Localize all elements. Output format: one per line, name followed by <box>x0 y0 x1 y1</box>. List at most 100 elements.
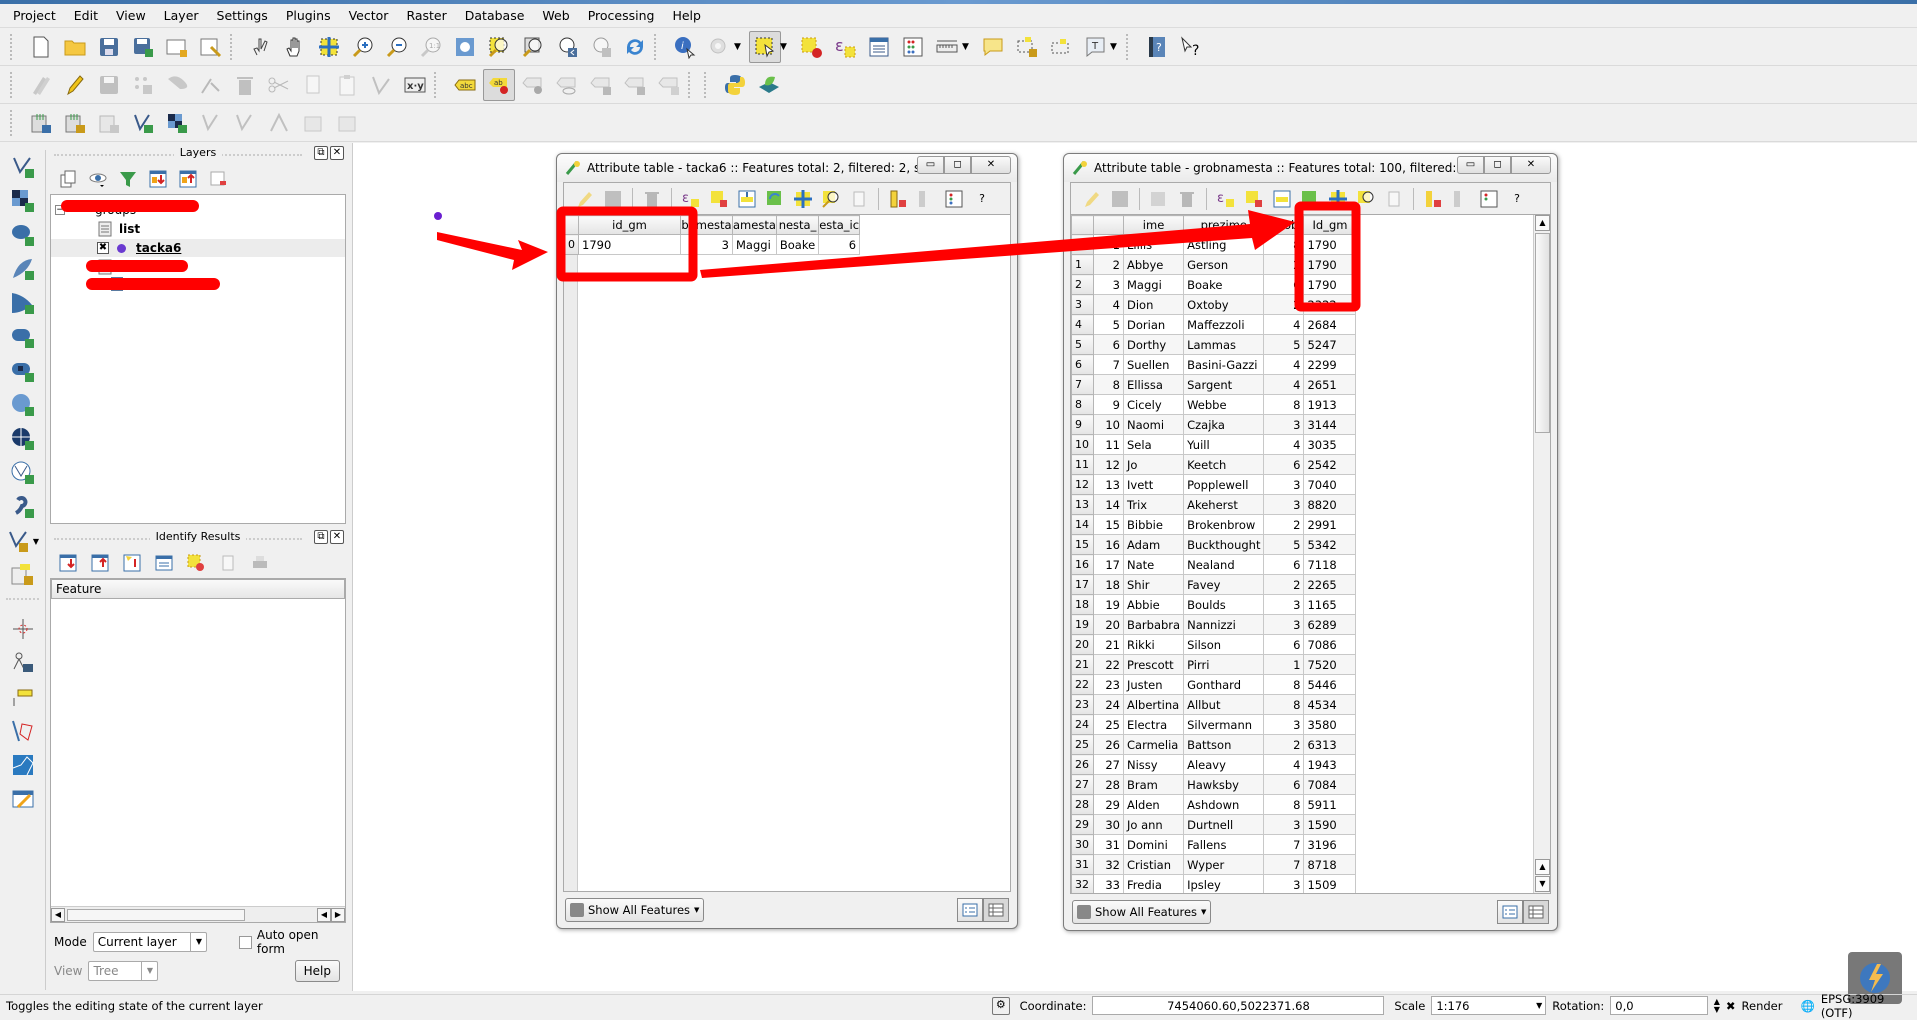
help-contents-button[interactable]: ? <box>1141 31 1173 63</box>
table-cell[interactable]: Prescott <box>1122 654 1185 675</box>
table-cell[interactable]: 2299 <box>1303 354 1357 375</box>
column-header[interactable] <box>1093 215 1124 235</box>
table-cell[interactable]: 25 <box>1093 714 1124 735</box>
row-header[interactable]: 31 <box>1071 854 1094 875</box>
table-row[interactable]: 8 9 Cicely Webbe 8 1913 <box>1071 394 1357 415</box>
table-cell[interactable]: Oxtoby <box>1183 294 1265 315</box>
deselect-all-button[interactable] <box>795 31 827 63</box>
table-cell[interactable]: 26 <box>1093 734 1124 755</box>
table-cell[interactable]: 3 <box>680 234 733 255</box>
table-cell[interactable]: 4 <box>1093 294 1124 315</box>
toolbar-grip[interactable] <box>10 71 16 98</box>
table-cell[interactable]: Basini-Gazzi <box>1183 354 1265 375</box>
row-header[interactable]: 13 <box>1071 494 1094 515</box>
table-cell[interactable]: Jo <box>1122 454 1185 475</box>
table-cell[interactable]: 2684 <box>1303 314 1357 335</box>
table-cell[interactable]: Wyper <box>1183 854 1265 875</box>
table-cell[interactable]: 1 <box>1093 234 1124 255</box>
toolbar-grip[interactable] <box>434 71 440 98</box>
coordinate-toggle-button[interactable]: ⚙ <box>992 996 1010 1015</box>
row-header[interactable]: 22 <box>1071 674 1094 695</box>
column-header[interactable]: Id_gm <box>1303 215 1357 235</box>
delete-selected-button[interactable] <box>641 188 663 210</box>
close-button[interactable]: ✕ <box>1511 156 1551 174</box>
table-cell[interactable]: 3035 <box>1303 434 1357 455</box>
row-header[interactable]: 19 <box>1071 614 1094 635</box>
toolbar-grip[interactable] <box>654 33 660 60</box>
row-header[interactable]: 0 <box>564 234 579 255</box>
table-cell[interactable]: 21 <box>1093 634 1124 655</box>
table-row[interactable]: 0 1 Lillis Astling 8 1790 <box>1071 234 1357 255</box>
row-header[interactable]: 30 <box>1071 834 1094 855</box>
toolbar-grip[interactable] <box>688 71 694 98</box>
row-header[interactable]: 27 <box>1071 774 1094 795</box>
table-cell[interactable]: 6313 <box>1303 734 1357 755</box>
pan-button[interactable] <box>279 31 311 63</box>
collapse-tree-icon[interactable] <box>90 553 110 573</box>
table-cell[interactable]: 6 <box>1263 454 1305 475</box>
table-row[interactable]: 4 5 Dorian Maffezzoli 4 2684 <box>1071 314 1357 335</box>
rotation-spinbox[interactable]: 0,0 <box>1610 996 1708 1015</box>
rotation-stepper[interactable]: ▲ ▼ <box>1714 997 1720 1014</box>
table-cell[interactable]: 2 <box>1263 254 1305 275</box>
table-cell[interactable]: 1509 <box>1303 874 1357 893</box>
row-header[interactable]: 18 <box>1071 594 1094 615</box>
table-row[interactable]: 25 26 Carmelia Battson 2 6313 <box>1071 734 1357 755</box>
minimize-button[interactable]: ▭ <box>917 156 944 174</box>
table-cell[interactable]: Akeherst <box>1183 494 1265 515</box>
print-icon[interactable] <box>250 553 270 573</box>
delete-selected-button[interactable] <box>229 69 261 101</box>
table-row[interactable]: 15 16 Adam Buckthought 5 5342 <box>1071 534 1357 555</box>
field-calculator-button[interactable] <box>897 31 929 63</box>
table-cell[interactable]: 2322 <box>1303 294 1357 315</box>
show-all-features-button[interactable]: Show All Features ▼ <box>1072 900 1212 924</box>
table-cell[interactable]: 22 <box>1093 654 1124 675</box>
table-row[interactable]: 16 17 Nate Nealand 6 7118 <box>1071 554 1357 575</box>
table-row[interactable]: 24 25 Electra Silvermann 3 3580 <box>1071 714 1357 735</box>
menu-processing[interactable]: Processing <box>579 8 664 23</box>
table-cell[interactable]: 2651 <box>1303 374 1357 395</box>
table-cell[interactable]: Gerson <box>1183 254 1265 275</box>
table-cell[interactable]: 6 <box>1093 334 1124 355</box>
table-cell[interactable]: 5446 <box>1303 674 1357 695</box>
table-cell[interactable]: 27 <box>1093 754 1124 775</box>
zoom-to-layer-button[interactable] <box>517 31 549 63</box>
coordinate-field[interactable]: 7454060.60,5022371.68 <box>1092 996 1385 1015</box>
table-cell[interactable]: 7 <box>1263 834 1305 855</box>
table-cell[interactable]: 16 <box>1093 534 1124 555</box>
new-column-button[interactable] <box>915 188 937 210</box>
row-header[interactable]: 21 <box>1071 654 1094 675</box>
table-cell[interactable]: 3 <box>1263 474 1305 495</box>
table-row[interactable]: 20 21 Rikki Silson 6 7086 <box>1071 634 1357 655</box>
deselect-all-button[interactable] <box>1243 188 1265 210</box>
table-cell[interactable]: Maggi <box>732 234 777 255</box>
form-view-button[interactable] <box>1497 900 1523 924</box>
table-cell[interactable]: 2 <box>1263 294 1305 315</box>
scroll-up-arrow[interactable]: ▲ <box>1535 859 1550 875</box>
plugin-tool-4-button[interactable] <box>127 107 159 139</box>
row-header[interactable]: 7 <box>1071 374 1094 395</box>
table-cell[interactable]: 3 <box>1263 874 1305 893</box>
column-header[interactable]: ime <box>1122 215 1185 235</box>
table-cell[interactable]: 7084 <box>1303 774 1357 795</box>
close-panel-button[interactable]: ✕ <box>330 530 344 544</box>
table-cell[interactable]: Dion <box>1122 294 1185 315</box>
table-cell[interactable]: 3144 <box>1303 414 1357 435</box>
add-wms-layer-button[interactable] <box>0 388 46 422</box>
column-header[interactable]: _grobl <box>1263 215 1305 235</box>
table-cell[interactable]: 4 <box>1263 754 1305 775</box>
table-cell[interactable]: Trix <box>1122 494 1185 515</box>
table-cell[interactable]: Adam <box>1122 534 1185 555</box>
row-header[interactable]: 0 <box>1071 234 1094 255</box>
delete-column-button[interactable] <box>1422 188 1444 210</box>
table-cell[interactable]: 6 <box>1263 774 1305 795</box>
auto-open-form-checkbox[interactable] <box>239 935 252 949</box>
table-cell[interactable]: 18 <box>1093 574 1124 595</box>
menu-vector[interactable]: Vector <box>340 8 398 23</box>
row-header[interactable]: 26 <box>1071 754 1094 775</box>
scale-combobox[interactable]: 1:176 ▼ <box>1431 996 1547 1015</box>
table-cell[interactable]: Popplewell <box>1183 474 1265 495</box>
layer-item-tacka6[interactable]: ✖ tacka6 <box>51 239 345 257</box>
table-cell[interactable]: 8 <box>1263 394 1305 415</box>
table-row[interactable]: 2 3 Maggi Boake 6 1790 <box>1071 274 1357 295</box>
